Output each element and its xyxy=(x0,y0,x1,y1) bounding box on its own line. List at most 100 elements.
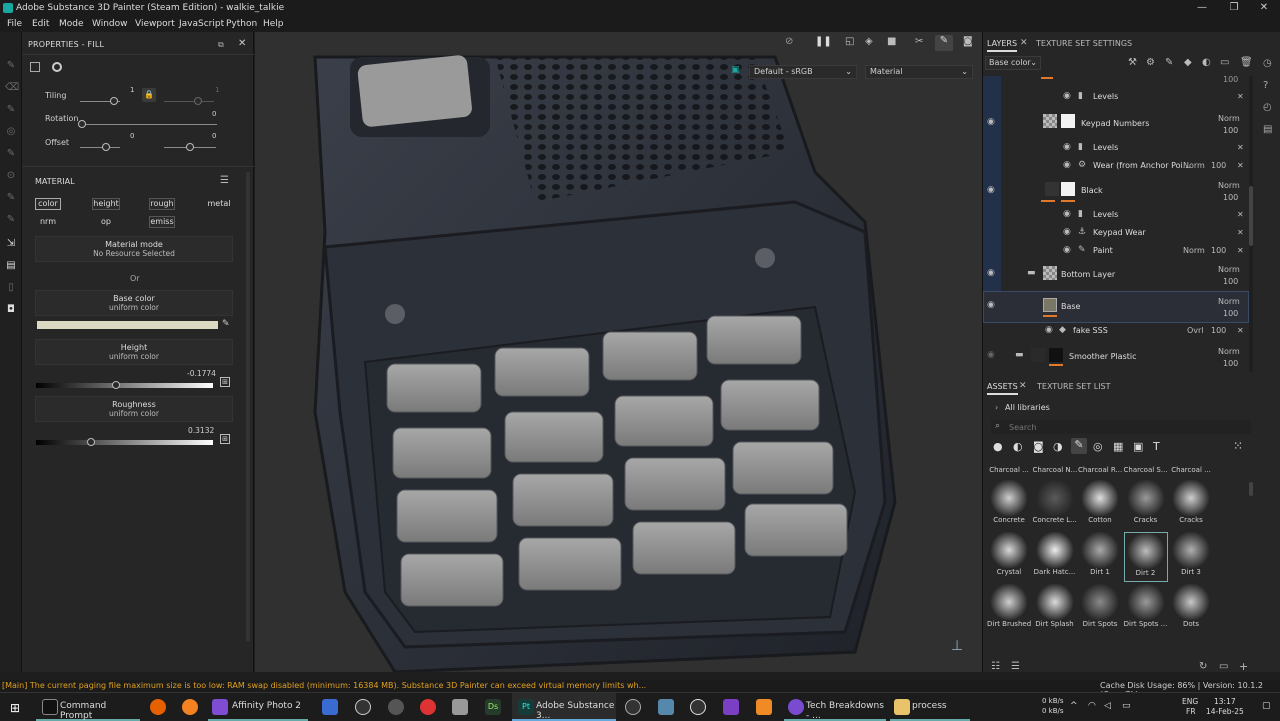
delete-layer-icon[interactable]: 🗑 xyxy=(1240,57,1253,68)
close-panel-icon[interactable]: ✕ xyxy=(238,38,246,49)
layer-row-selected[interactable]: ◉ Base Norm 100 xyxy=(983,297,1249,322)
remove-icon[interactable]: ✕ xyxy=(1237,228,1244,237)
history-icon[interactable]: ◷ xyxy=(1263,58,1272,69)
height-link-icon[interactable]: ⊞ xyxy=(220,377,230,387)
render-mode-dropdown[interactable]: Material ⌄ xyxy=(865,65,973,79)
clone-icon[interactable]: ⊙ xyxy=(5,170,17,182)
layer-row[interactable]: ◉ ▬ Smoother Plastic Norm 100 xyxy=(983,347,1249,372)
layer-row[interactable]: ◉ Keypad Numbers Norm 100 xyxy=(983,114,1249,138)
menu-javascript[interactable]: JavaScript xyxy=(179,19,224,29)
color-picker-icon[interactable]: ✎ xyxy=(222,319,230,329)
asset-item[interactable]: Dirt 2 xyxy=(1123,532,1168,582)
tiling-slider[interactable] xyxy=(110,97,118,105)
rotation-slider[interactable] xyxy=(78,120,86,128)
list-settings-icon[interactable]: ☷ xyxy=(991,661,1000,672)
github-icon[interactable] xyxy=(690,699,706,715)
remove-icon[interactable]: ✕ xyxy=(1237,92,1244,101)
menu-help[interactable]: Help xyxy=(263,19,284,29)
layer-opacity[interactable]: 100 xyxy=(1223,193,1238,202)
asset-item[interactable]: Cracks xyxy=(1169,480,1213,530)
textures-filter-icon[interactable]: ▣ xyxy=(1133,440,1143,453)
base-color-swatch[interactable] xyxy=(37,321,218,329)
close-button[interactable]: ✕ xyxy=(1248,0,1280,16)
tools-icon[interactable]: ✂ xyxy=(915,36,923,47)
taskbar-affinity-photo[interactable]: Affinity Photo 2 xyxy=(208,693,308,721)
filters-filter-icon[interactable]: ◑ xyxy=(1053,440,1063,453)
asset-item[interactable]: Dirt Brushed xyxy=(987,584,1031,634)
smudge-icon[interactable]: ✎ xyxy=(5,148,17,160)
layer-opacity[interactable]: 100 xyxy=(1211,161,1226,170)
app-icon[interactable] xyxy=(756,699,772,715)
asset-item[interactable]: Cracks xyxy=(1124,480,1168,530)
roughness-link-icon[interactable]: ⊞ xyxy=(220,434,230,444)
grunges-filter-icon[interactable]: ▦ xyxy=(1113,440,1123,453)
camera-view-icon[interactable]: ◱ xyxy=(845,36,854,47)
add-mask-icon[interactable]: ◐ xyxy=(1202,57,1211,68)
offset-slider[interactable] xyxy=(102,143,110,151)
offset-slider-2[interactable] xyxy=(186,143,194,151)
projection-icon[interactable]: ✎ xyxy=(5,104,17,116)
remove-icon[interactable]: ✕ xyxy=(1237,326,1244,335)
float-icon[interactable]: ⧉ xyxy=(218,40,224,50)
layer-opacity[interactable]: 100 xyxy=(1223,309,1238,318)
taskbar-process[interactable]: process xyxy=(890,693,970,721)
properties-scrollbar[interactable] xyxy=(246,172,250,642)
layer-blend[interactable]: Norm xyxy=(1218,347,1240,356)
eye-icon[interactable]: ◉ xyxy=(1063,160,1071,170)
layer-blend[interactable]: Norm xyxy=(1218,114,1240,123)
height-slider-knob[interactable] xyxy=(111,381,120,389)
restore-button[interactable]: ❐ xyxy=(1218,0,1250,16)
volume-icon[interactable]: ◁ xyxy=(1104,701,1111,711)
layer-row[interactable]: ◉ ▮ Levels ✕ xyxy=(983,142,1249,156)
chevron-right-icon[interactable]: › xyxy=(995,403,998,412)
roughness-slider-track[interactable] xyxy=(36,440,213,445)
layer-row[interactable]: 100 ◉ ▮ Levels ✕ xyxy=(983,75,1249,101)
measure-icon[interactable]: ▯ xyxy=(5,282,17,294)
close-assets-icon[interactable]: ✕ xyxy=(1019,381,1027,391)
layer-row[interactable]: ◉ ▮ Levels ✕ xyxy=(983,209,1249,223)
camera-icon[interactable]: ◘ xyxy=(5,304,17,316)
app-icon[interactable] xyxy=(322,699,338,715)
chevron-up-icon[interactable]: ^ xyxy=(1070,701,1078,711)
menu-viewport[interactable]: Viewport xyxy=(135,19,175,29)
screenshot-icon[interactable]: ◙ xyxy=(963,36,973,47)
search-field[interactable]: ⌕ xyxy=(991,420,1251,434)
height-slider-track[interactable] xyxy=(36,383,213,388)
asset-item-label[interactable]: Charcoal ... xyxy=(1169,466,1213,474)
add-asset-icon[interactable]: + xyxy=(1239,660,1248,673)
layer-blend[interactable]: Norm xyxy=(1218,265,1240,274)
add-fill-layer-icon[interactable]: ◆ xyxy=(1184,57,1192,68)
tab-layers[interactable]: LAYERS xyxy=(987,39,1018,52)
help-icon[interactable]: ? xyxy=(1263,80,1268,91)
layer-blend[interactable]: Ovrl xyxy=(1187,326,1204,335)
status-message[interactable]: [Main] The current paging file maximum s… xyxy=(2,681,646,690)
layer-blend[interactable]: Norm xyxy=(1183,161,1205,170)
layer-opacity[interactable]: 100 xyxy=(1223,277,1238,286)
channel-color[interactable]: color xyxy=(35,198,61,210)
chrome-icon[interactable] xyxy=(388,699,404,715)
menu-python[interactable]: Python xyxy=(226,19,257,29)
windows-start-icon[interactable]: ⊞ xyxy=(10,701,20,715)
display-settings-icon[interactable]: ▤ xyxy=(1263,124,1272,135)
layer-blend[interactable]: Norm xyxy=(1218,297,1240,306)
asset-item[interactable]: Dots xyxy=(1169,584,1213,634)
lock-icon[interactable]: 🔒 xyxy=(142,88,156,102)
substance-designer-icon[interactable]: Ds xyxy=(485,699,501,715)
layer-row[interactable]: ◉ ✎ Paint Norm 100 ✕ xyxy=(983,245,1249,259)
eye-icon[interactable]: ◉ xyxy=(987,117,995,127)
layer-opacity[interactable]: 100 xyxy=(1211,326,1226,335)
eye-icon[interactable]: ◉ xyxy=(987,300,995,310)
taskbar-substance-painter[interactable]: Pt Adobe Substance 3... xyxy=(512,693,616,721)
pause-icon[interactable]: ❚❚ xyxy=(815,36,832,47)
brushes-filter-icon[interactable]: ✎ xyxy=(1071,438,1087,454)
layer-row[interactable]: ◉ ▬ Bottom Layer Norm 100 xyxy=(983,265,1249,290)
clock-date[interactable]: 14-Feb-25 xyxy=(1206,707,1244,716)
taskbar-tech-breakdowns[interactable]: Tech Breakdowns - ... xyxy=(784,693,886,721)
geometry-fill-icon[interactable]: ◎ xyxy=(5,126,17,138)
add-effect-icon[interactable]: ⚙ xyxy=(1146,57,1155,68)
menu-file[interactable]: File xyxy=(7,19,22,29)
colorspace-dropdown[interactable]: Default - sRGB ⌄ xyxy=(749,65,857,79)
polygon-fill-icon[interactable]: ✎ xyxy=(5,214,17,226)
channel-emiss[interactable]: emiss xyxy=(149,216,175,228)
asset-item[interactable]: Dirt Spots xyxy=(1078,584,1122,634)
